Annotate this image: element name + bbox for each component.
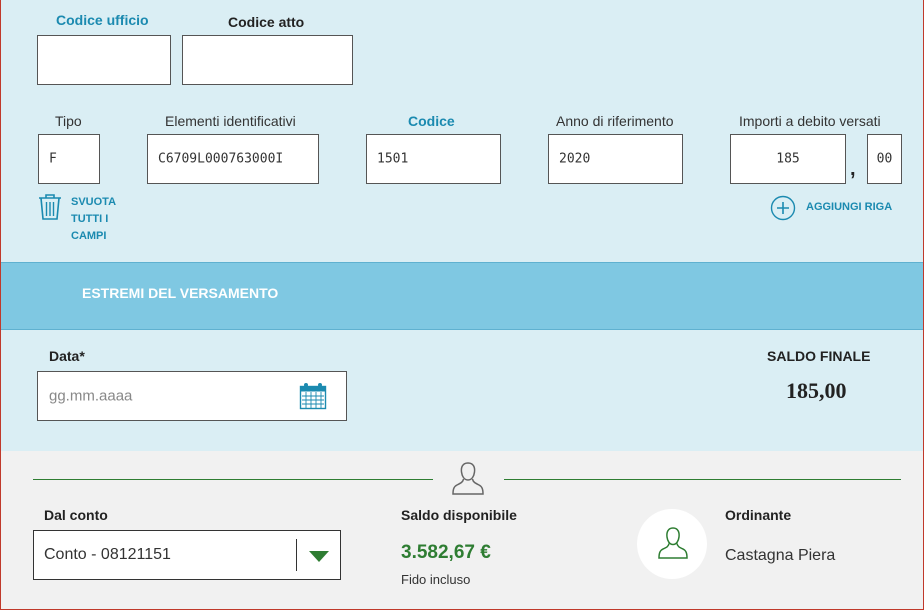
select-divider: [296, 539, 297, 571]
ordinante-avatar: [637, 509, 707, 579]
importo-dec-value: 00: [876, 151, 893, 167]
svuota-button[interactable]: SVUOTA TUTTI I CAMPI: [37, 193, 127, 245]
saldo-disponibile-value: 3.582,67 €: [401, 542, 491, 563]
importo-int-value: 185: [776, 151, 800, 167]
plus-circle-icon: [770, 195, 796, 226]
section-title: ESTREMI DEL VERSAMENTO: [82, 285, 279, 301]
ordinante-label: Ordinante: [725, 507, 792, 523]
divider-right: [504, 479, 901, 480]
tipo-label: Tipo: [55, 113, 82, 129]
ordinante-value: Castagna Piera: [725, 547, 836, 564]
anno-label: Anno di riferimento: [556, 113, 674, 129]
data-label: Data*: [49, 348, 85, 364]
importo-dec-input[interactable]: 00: [867, 134, 902, 184]
calendar-icon[interactable]: [299, 382, 327, 415]
saldo-disponibile-label: Saldo disponibile: [401, 507, 517, 523]
codice-atto-label: Codice atto: [228, 14, 305, 30]
divider-left: [33, 479, 433, 480]
svuota-line-1: SVUOTA: [71, 196, 117, 208]
elementi-value: C6709L000763000I: [158, 151, 284, 167]
section-banner: ESTREMI DEL VERSAMENTO: [1, 262, 923, 330]
svuota-line-2: TUTTI I: [71, 213, 109, 225]
codice-value: 1501: [377, 151, 409, 167]
person-icon: [451, 460, 485, 501]
aggiungi-riga-button[interactable]: AGGIUNGI RIGA: [770, 195, 910, 221]
data-input[interactable]: gg.mm.aaaa: [37, 371, 347, 421]
importo-int-input[interactable]: 185: [730, 134, 846, 184]
saldo-finale-label: SALDO FINALE: [767, 348, 871, 364]
data-placeholder: gg.mm.aaaa: [49, 387, 133, 405]
tipo-input[interactable]: F: [38, 134, 100, 184]
trash-icon: [37, 193, 63, 226]
elementi-input[interactable]: C6709L000763000I: [147, 134, 319, 184]
fido-note: Fido incluso: [401, 572, 471, 587]
f24-form: Codice ufficio Codice atto Tipo Elementi…: [0, 0, 924, 610]
anno-value: 2020: [559, 151, 591, 167]
svuota-line-3: CAMPI: [71, 230, 107, 242]
saldo-finale-value: 185,00: [786, 378, 847, 403]
anno-input[interactable]: 2020: [548, 134, 683, 184]
elementi-label: Elementi identificativi: [165, 113, 296, 129]
codice-atto-input[interactable]: [182, 35, 353, 85]
importo-separator: ,: [850, 158, 856, 180]
aggiungi-riga-label: AGGIUNGI RIGA: [806, 201, 893, 213]
ordinante-person-icon: [657, 526, 689, 565]
tipo-value: F: [49, 151, 57, 167]
conto-value: Conto - 08121151: [44, 546, 171, 563]
codice-ufficio-label: Codice ufficio: [56, 12, 149, 28]
account-section: Dal conto Conto - 08121151 Saldo disponi…: [1, 451, 923, 609]
dal-conto-label: Dal conto: [44, 507, 108, 523]
chevron-down-icon[interactable]: [309, 550, 329, 568]
codice-input[interactable]: 1501: [366, 134, 501, 184]
codice-ufficio-input[interactable]: [37, 35, 171, 85]
importi-label: Importi a debito versati: [739, 113, 881, 129]
codice-label: Codice: [408, 113, 455, 129]
conto-select[interactable]: Conto - 08121151: [33, 530, 341, 580]
